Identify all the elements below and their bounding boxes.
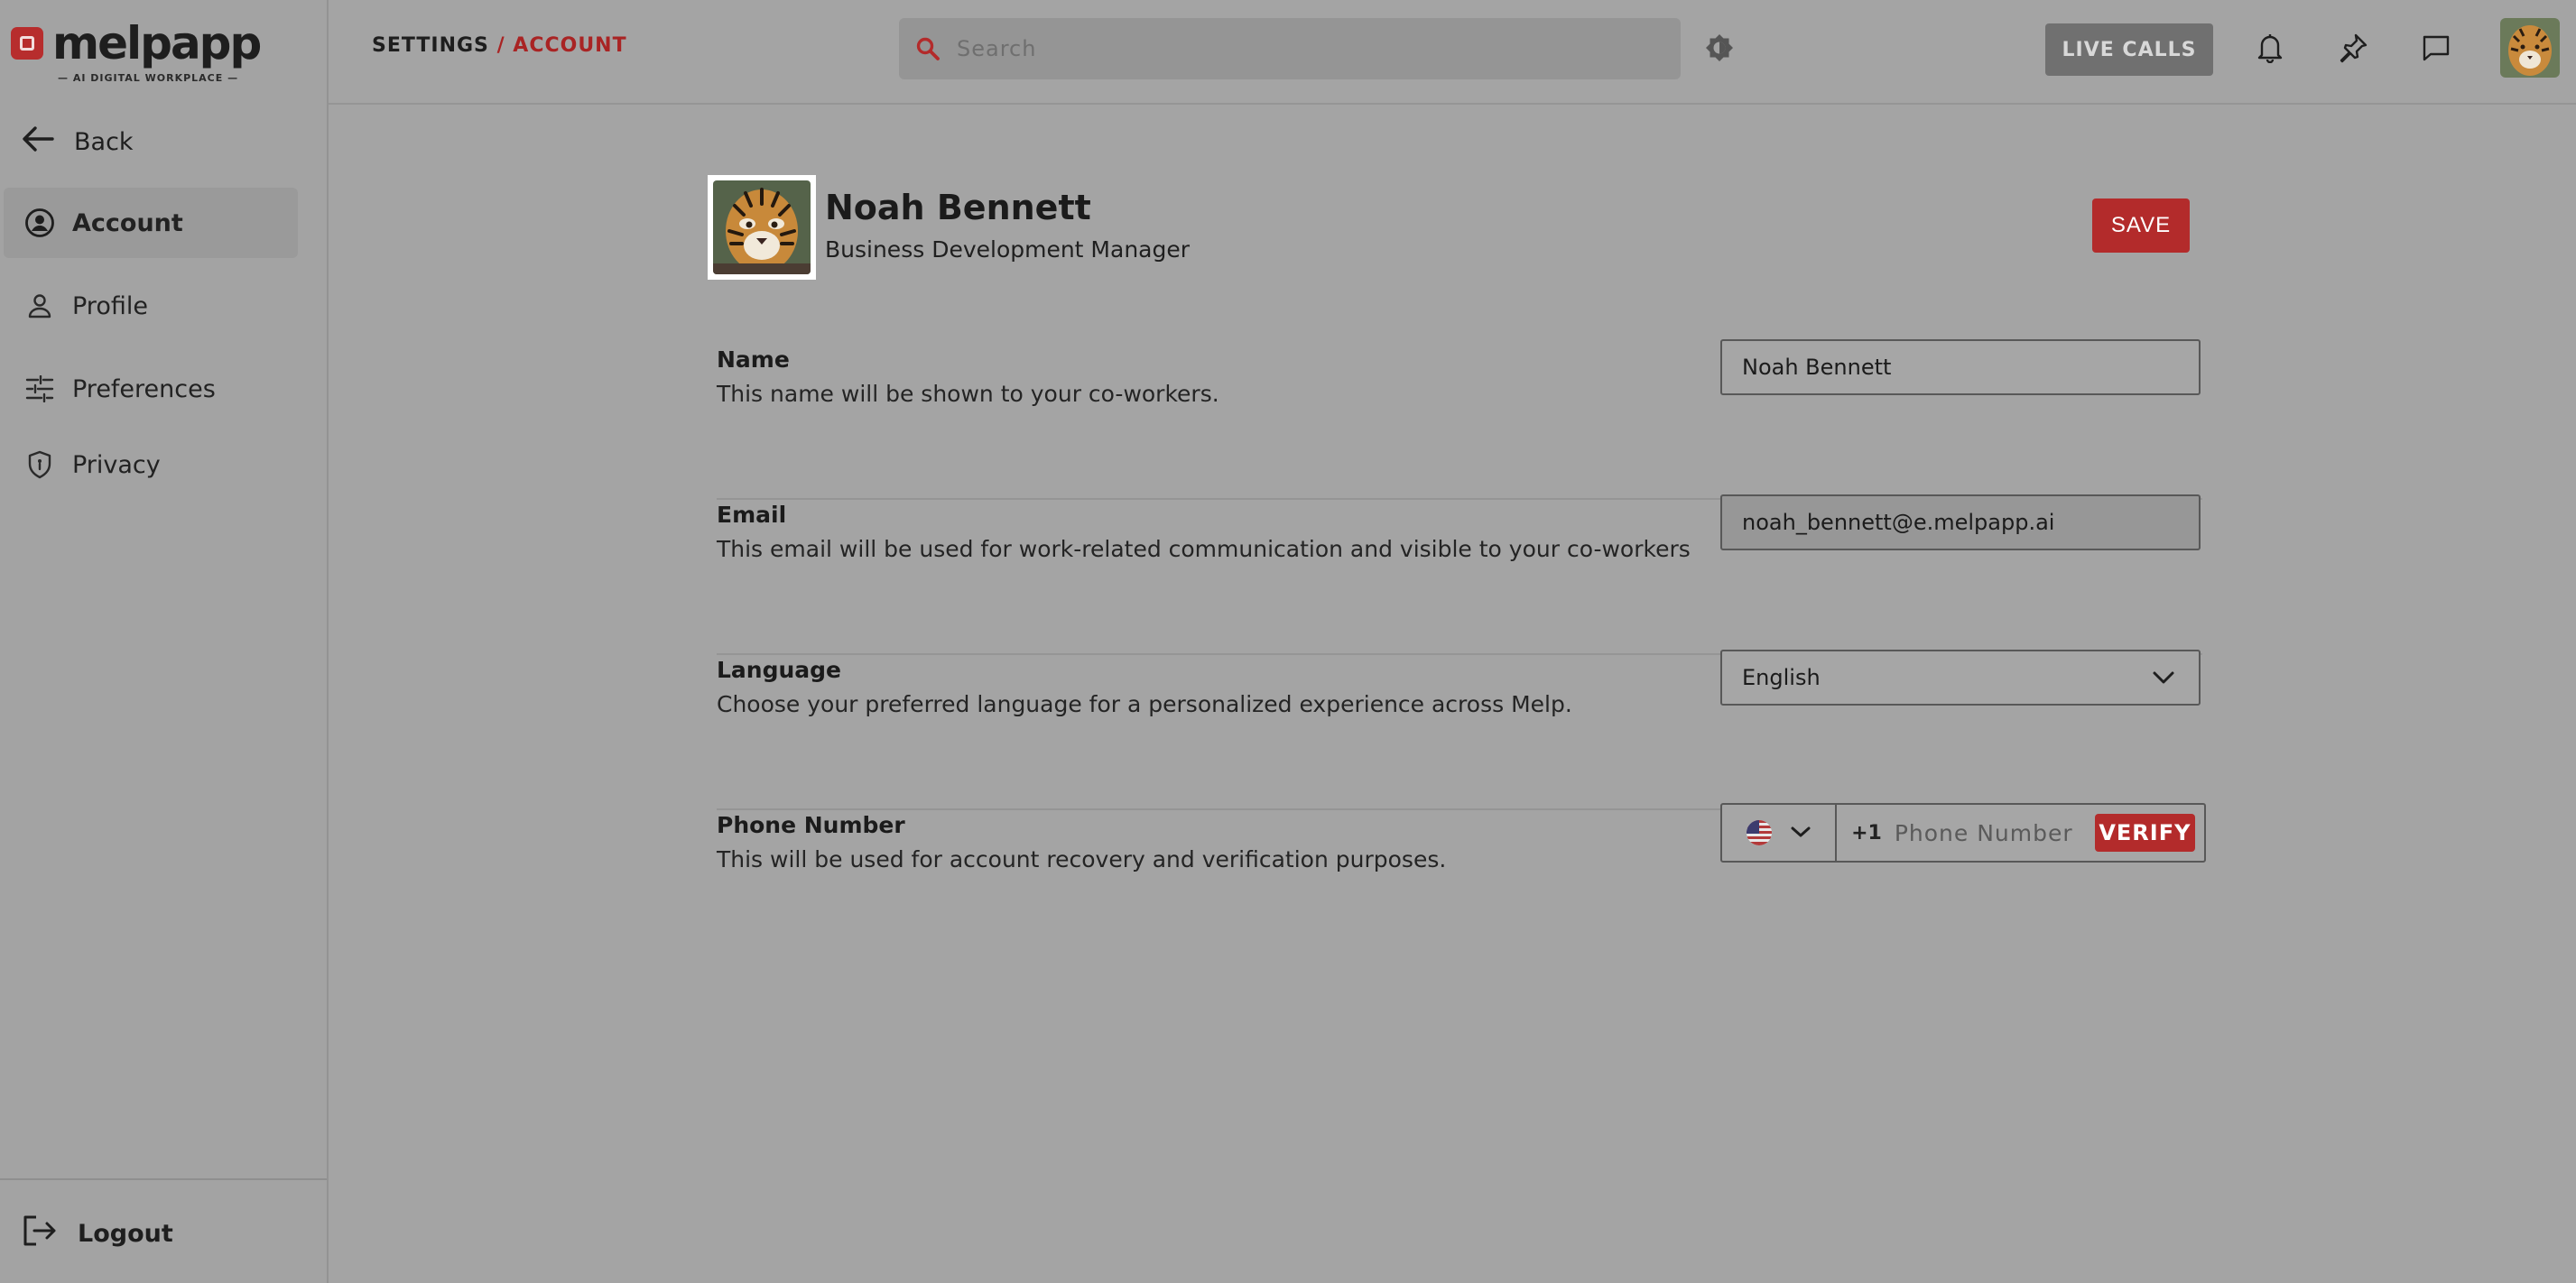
sidebar-item-privacy[interactable]: Privacy	[4, 429, 298, 500]
name-label: Name	[717, 346, 790, 373]
top-header: SETTINGS / ACCOUNT LIVE CALLS	[329, 0, 2576, 105]
name-field-wrapper	[1720, 339, 2201, 395]
sidebar-item-account[interactable]: Account	[4, 188, 298, 258]
email-description: This email will be used for work-related…	[717, 536, 1691, 562]
pin-icon	[2338, 32, 2368, 67]
dial-code: +1	[1851, 821, 1882, 845]
person-icon	[23, 290, 56, 322]
breadcrumb-settings[interactable]: SETTINGS	[372, 34, 489, 57]
user-avatar[interactable]	[2500, 18, 2560, 78]
user-circle-icon	[23, 207, 56, 239]
phone-number-input[interactable]	[1881, 805, 2095, 861]
account-settings-panel: Noah Bennett Business Development Manage…	[329, 106, 2576, 1283]
logo-tagline: — AI DIGITAL WORKPLACE —	[58, 72, 239, 84]
logo-text: melpapp	[52, 17, 262, 69]
language-setting-row: Language Choose your preferred language …	[717, 650, 2202, 810]
profile-header: Noah Bennett Business Development Manage…	[708, 175, 2206, 283]
sidebar: melpapp — AI DIGITAL WORKPLACE — Back Ac…	[0, 0, 329, 1283]
tiger-avatar-icon	[2500, 18, 2560, 78]
country-code-select[interactable]	[1722, 805, 1838, 861]
settings-app: melpapp — AI DIGITAL WORKPLACE — Back Ac…	[0, 0, 2576, 1283]
breadcrumb: SETTINGS / ACCOUNT	[372, 34, 627, 57]
back-label: Back	[74, 127, 134, 156]
tiger-photo-icon	[713, 180, 811, 274]
back-button[interactable]: Back	[22, 119, 134, 164]
name-description: This name will be shown to your co-worke…	[717, 381, 1219, 407]
email-setting-row: Email This email will be used for work-r…	[717, 494, 2202, 655]
arrow-left-icon	[22, 125, 54, 159]
profile-role: Business Development Manager	[825, 236, 1191, 263]
pinned-button[interactable]	[2334, 31, 2372, 69]
melpapp-logo[interactable]: melpapp — AI DIGITAL WORKPLACE —	[11, 16, 262, 88]
language-description: Choose your preferred language for a per…	[717, 691, 1572, 717]
profile-name: Noah Bennett	[825, 188, 1091, 227]
sidebar-footer: Logout	[0, 1178, 327, 1283]
shield-icon	[23, 448, 56, 481]
profile-picture[interactable]	[708, 175, 816, 280]
verify-button[interactable]: VERIFY	[2094, 814, 2195, 852]
messages-button[interactable]	[2417, 31, 2455, 69]
sidebar-item-label: Account	[72, 208, 183, 237]
search-input[interactable]	[957, 18, 1681, 79]
email-field: noah_bennett@e.melpapp.ai	[1720, 494, 2201, 550]
sidebar-item-label: Profile	[72, 291, 148, 320]
breadcrumb-separator: /	[496, 34, 505, 57]
notifications-button[interactable]	[2251, 31, 2289, 69]
chevron-down-icon	[1790, 825, 1812, 842]
chat-icon	[2422, 34, 2451, 65]
search-bar	[899, 18, 1681, 79]
sliders-icon	[23, 373, 56, 405]
bell-icon	[2256, 32, 2284, 67]
name-setting-row: Name This name will be shown to your co-…	[717, 339, 2202, 500]
phone-label: Phone Number	[717, 812, 905, 838]
save-button[interactable]: SAVE	[2092, 198, 2190, 253]
phone-description: This will be used for account recovery a…	[717, 846, 1447, 872]
chevron-down-icon	[2152, 665, 2175, 690]
sidebar-item-label: Privacy	[72, 450, 161, 479]
logo-mark-icon	[11, 27, 43, 60]
name-field[interactable]	[1742, 355, 2199, 380]
language-select[interactable]: English	[1720, 650, 2201, 706]
language-label: Language	[717, 657, 842, 683]
sidebar-item-profile[interactable]: Profile	[4, 271, 298, 341]
sidebar-item-label: Preferences	[72, 374, 216, 403]
us-flag-icon	[1746, 820, 1772, 845]
phone-setting-row: Phone Number This will be used for accou…	[717, 803, 2206, 965]
logout-icon	[22, 1214, 58, 1253]
phone-input-group: +1 VERIFY	[1720, 803, 2206, 863]
search-icon	[899, 36, 957, 61]
sidebar-item-preferences[interactable]: Preferences	[4, 354, 298, 424]
language-selected-value: English	[1742, 665, 1821, 690]
logout-button[interactable]: Logout	[22, 1214, 173, 1253]
theme-toggle-button[interactable]	[1704, 32, 1735, 63]
live-calls-button[interactable]: LIVE CALLS	[2045, 23, 2213, 76]
brightness-icon	[1704, 34, 1735, 67]
logout-label: Logout	[78, 1220, 173, 1248]
breadcrumb-account: ACCOUNT	[513, 34, 627, 57]
email-label: Email	[717, 502, 787, 528]
